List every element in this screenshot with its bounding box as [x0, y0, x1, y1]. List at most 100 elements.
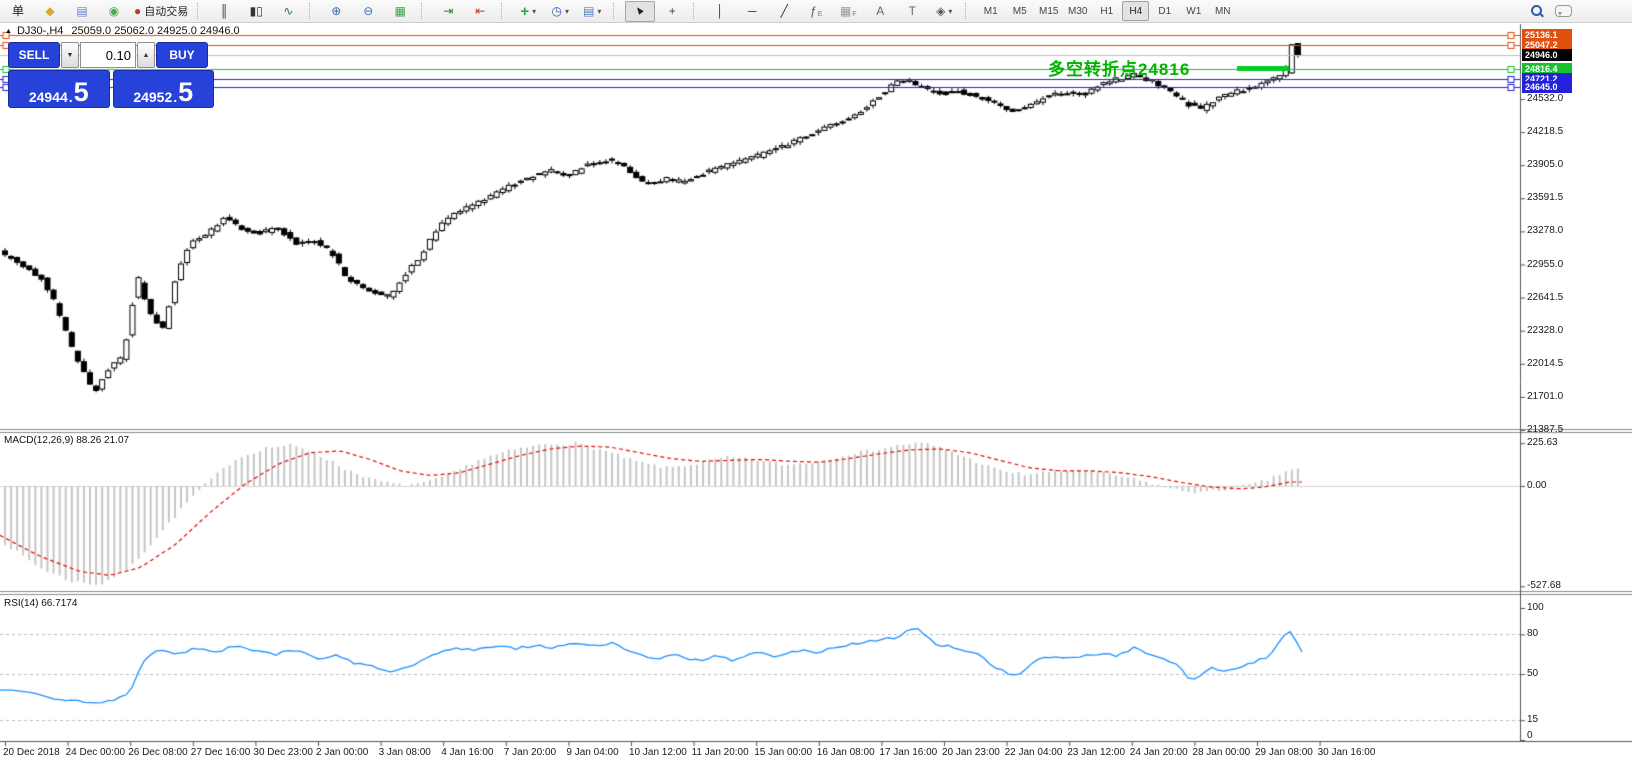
tile-windows-button[interactable]: ▦ [385, 1, 415, 22]
signals-icon-icon: ◉ [108, 4, 120, 18]
trendline-tool[interactable]: ╱ [769, 1, 799, 22]
fibonacci-tool[interactable]: ƒE [801, 1, 831, 22]
signals-icon[interactable]: ◉ [99, 1, 129, 22]
timeframe-h4[interactable]: H4 [1122, 1, 1150, 21]
text-tool[interactable]: A [865, 1, 895, 22]
chart-canvas[interactable] [0, 0, 1632, 763]
time-axis-label: 27 Dec 16:00 [190, 747, 251, 758]
tile-windows-icon: ▦ [394, 4, 406, 18]
shapes-button-caret[interactable]: ▾ [948, 7, 952, 16]
sell-button[interactable]: SELL [8, 42, 60, 68]
indicator-axis-label: 0 [1527, 730, 1533, 741]
new-order-button[interactable]: 单 [3, 1, 33, 22]
chart-title-bar: ▲ DJ30-,H4 25059.0 25062.0 24925.0 24946… [5, 25, 240, 37]
indicator-axis-label: 15 [1527, 714, 1539, 726]
rsi-indicator-label: RSI(14) 66.7174 [4, 598, 78, 609]
timeframe-m30[interactable]: M30 [1064, 1, 1091, 21]
market-watch-icon[interactable]: ▤ [67, 1, 97, 22]
zoom-in-button[interactable]: ⊕ [321, 1, 351, 22]
timeframe-m15[interactable]: M15 [1035, 1, 1062, 21]
vertical-line-tool[interactable]: │ [705, 1, 735, 22]
toolbar-separator [693, 3, 699, 19]
template-button-caret[interactable]: ▾ [597, 7, 601, 16]
sell-price-button[interactable]: 24944 . 5 [8, 70, 110, 108]
bar-chart-icon: ║ [219, 4, 229, 18]
price-tick-label: 21701.0 [1527, 390, 1564, 402]
periods-button[interactable]: ◷ ▾ [545, 1, 575, 22]
template-icon: ▤ [583, 4, 595, 18]
horizontal-line-tool[interactable]: ─ [737, 1, 767, 22]
price-tick-label: 22328.0 [1527, 324, 1564, 336]
timeframe-m1[interactable]: M1 [977, 1, 1004, 21]
chart-shift-icon: ⇤ [475, 4, 486, 18]
time-axis-label: 17 Jan 16:00 [879, 747, 938, 758]
search-button[interactable] [1531, 5, 1543, 17]
new-order-icon: 单 [11, 4, 24, 18]
volume-decrease-button[interactable]: ▼ [61, 42, 79, 68]
horizontal-line-icon: ─ [747, 4, 757, 18]
timeframe-d1[interactable]: D1 [1151, 1, 1178, 21]
price-tick-label: 22641.5 [1527, 291, 1564, 303]
time-axis-label: 30 Dec 23:00 [253, 747, 313, 758]
toolbar-separator [613, 3, 619, 19]
time-axis-label: 10 Jan 12:00 [629, 747, 687, 758]
text-icon: A [876, 4, 885, 18]
time-axis-label: 23 Jan 12:00 [1067, 747, 1126, 758]
price-tick-label: 24218.5 [1527, 126, 1564, 138]
indicator-axis-label: 100 [1527, 602, 1544, 613]
price-tick-label: 22955.0 [1527, 258, 1564, 270]
toolbar-separator [421, 3, 427, 19]
annotation-text[interactable]: 多空转折点24816 [1048, 55, 1190, 80]
bar-chart-button[interactable]: ║ [209, 1, 239, 22]
time-axis-label: 20 Dec 2018 [3, 747, 60, 758]
toolbar-separator [309, 3, 315, 19]
timeframe-m5[interactable]: M5 [1006, 1, 1033, 21]
autotrading-icon: ● [134, 4, 142, 18]
price-tick-label: 22014.5 [1527, 357, 1564, 369]
autotrading-button[interactable]: ● 自动交易 [131, 1, 191, 22]
chart-shift-button[interactable]: ⇤ [465, 1, 495, 22]
buy-button[interactable]: BUY [156, 42, 208, 68]
label-icon: T [908, 4, 916, 18]
main-toolbar: 单 ◆ ▤ ◉ ● 自动交易 ║ ▮▯ ∿ ⊕ ⊖ ▦ ⇥ ⇤ + ▾ ◷ ▾ ▤ ▾ ▲ + │ ─ ╱ ƒ E ▦ F A T ◈ ▾ M1… [0, 0, 1632, 23]
periods-button-caret[interactable]: ▾ [565, 7, 569, 16]
timeframe-h1[interactable]: H1 [1093, 1, 1120, 21]
indicator-axis-label: -527.68 [1527, 580, 1561, 591]
buy-price-button[interactable]: 24952 . 5 [112, 70, 214, 108]
add-indicator-button[interactable]: + ▾ [513, 1, 543, 22]
chat-button[interactable] [1555, 5, 1572, 17]
zoom-out-icon: ⊖ [363, 4, 374, 18]
timeframe-mn[interactable]: MN [1209, 1, 1236, 21]
toolbar-separator [501, 3, 507, 19]
zoom-out-button[interactable]: ⊖ [353, 1, 383, 22]
market-watch-icon-icon: ▤ [76, 4, 88, 18]
volume-increase-button[interactable]: ▲ [137, 42, 155, 68]
price-line-label: 24645.0 [1522, 81, 1572, 93]
chart-symbol-period: DJ30-,H4 [16, 25, 64, 37]
time-axis-label: 11 Jan 20:00 [691, 747, 749, 758]
metaquotes-icon[interactable]: ◆ [35, 1, 65, 22]
line-chart-button[interactable]: ∿ [273, 1, 303, 22]
auto-scroll-button[interactable]: ⇥ [433, 1, 463, 22]
toolbar-separator [965, 3, 971, 19]
zoom-in-icon: ⊕ [331, 4, 342, 18]
volume-input[interactable] [80, 42, 136, 68]
time-axis-label: 24 Dec 00:00 [65, 747, 126, 758]
candlestick-chart-button[interactable]: ▮▯ [241, 1, 271, 22]
buy-price-main: 24952 [133, 89, 173, 105]
channel-tool[interactable]: ▦ F [833, 1, 863, 22]
sell-price-fraction: 5 [73, 77, 89, 108]
macd-indicator-label: MACD(12,26,9) 88.26 21.07 [4, 435, 130, 446]
label-tool[interactable]: T [897, 1, 927, 22]
cursor-tool-button[interactable]: ▲ [625, 0, 656, 22]
template-button[interactable]: ▤ ▾ [577, 1, 607, 22]
add-indicator-button-caret[interactable]: ▾ [532, 7, 536, 16]
indicator-axis-label: 225.63 [1527, 437, 1558, 449]
time-axis-label: 15 Jan 00:00 [754, 747, 813, 758]
crosshair-tool-button[interactable]: + [657, 1, 687, 22]
timeframe-w1[interactable]: W1 [1180, 1, 1207, 21]
shapes-icon: ◈ [936, 4, 946, 18]
indicator-axis-label: 50 [1527, 668, 1539, 679]
fibonacci-icon: ƒ [810, 4, 817, 18]
shapes-button[interactable]: ◈ ▾ [929, 1, 959, 22]
